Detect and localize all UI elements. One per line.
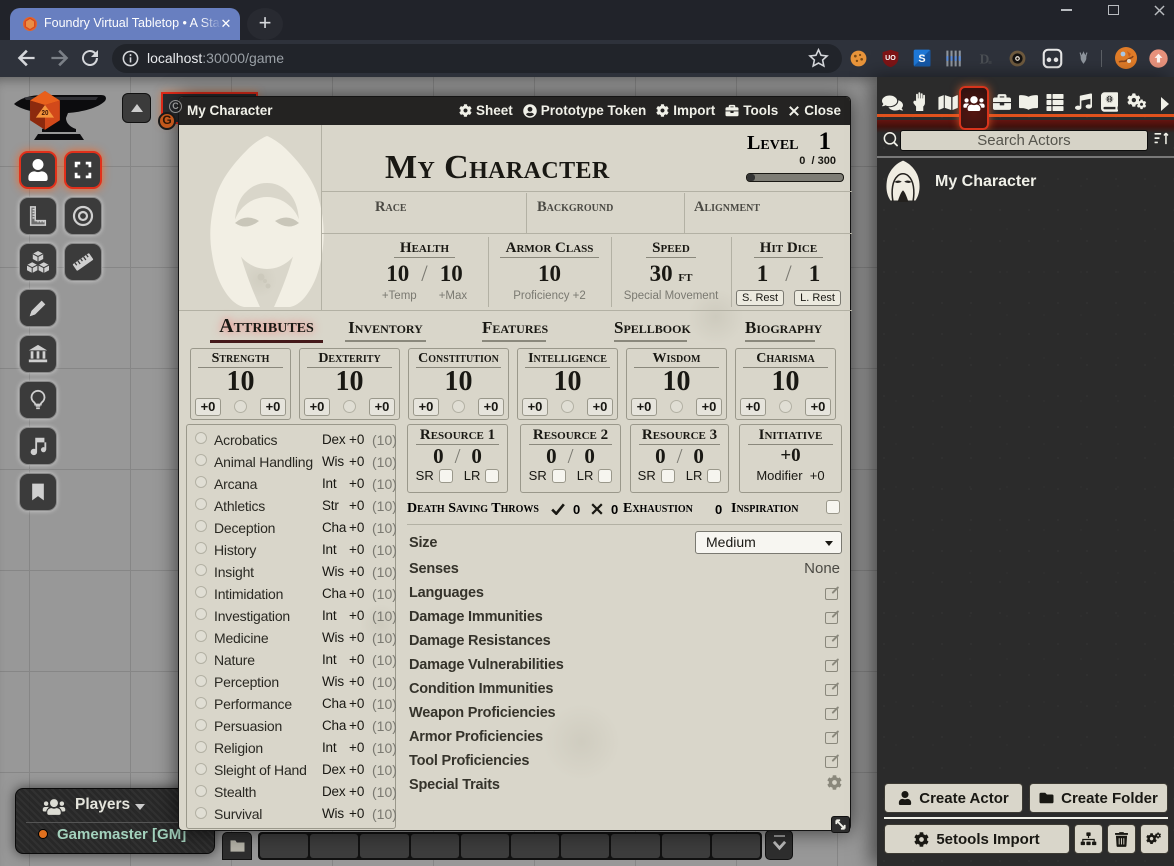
svg-text:D: D — [980, 51, 990, 66]
svg-text:S: S — [918, 53, 925, 65]
svg-text:UO: UO — [885, 54, 896, 62]
svg-text:20: 20 — [41, 110, 48, 117]
